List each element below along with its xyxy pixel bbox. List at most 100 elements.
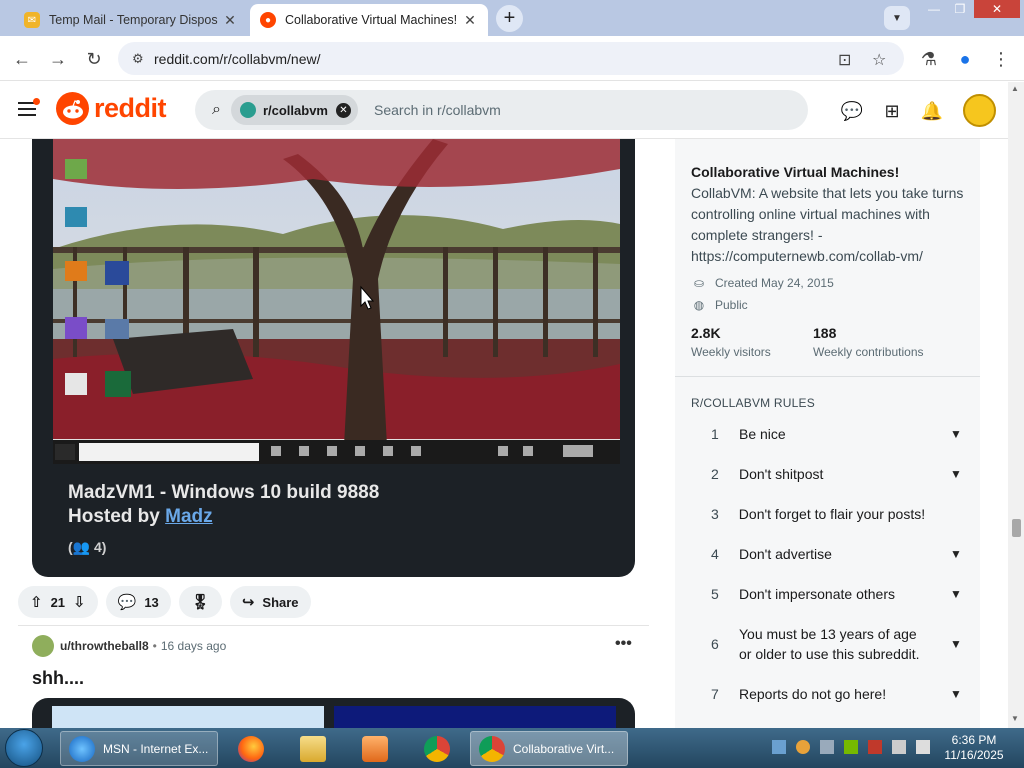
- taskbar-firefox[interactable]: [226, 731, 276, 766]
- scroll-up-icon[interactable]: ▲: [1011, 84, 1019, 93]
- new-tab-button[interactable]: +: [496, 5, 523, 32]
- rule-item[interactable]: 1 Be nice ▼: [691, 424, 965, 444]
- taskbar-ie[interactable]: MSN - Internet Ex...: [60, 731, 218, 766]
- vote-count: 21: [50, 594, 66, 610]
- vm-host-link[interactable]: Madz: [165, 506, 213, 527]
- minimize-button[interactable]: —: [922, 0, 946, 18]
- search-input[interactable]: Search in r/collabvm: [374, 102, 501, 118]
- create-post-icon[interactable]: ⊞: [880, 99, 904, 123]
- share-icon: ↪: [241, 594, 255, 611]
- taskbar-chrome[interactable]: [412, 731, 462, 766]
- reload-icon[interactable]: ↻: [80, 45, 108, 73]
- media-right-pane: [334, 706, 616, 728]
- folder-icon: [300, 735, 326, 762]
- post-age: 16 days ago: [160, 639, 227, 653]
- author-link[interactable]: u/throwtheball8: [60, 639, 149, 653]
- author-avatar[interactable]: [32, 635, 54, 657]
- browser-toolbar: ← → ↻ ⚙ reddit.com/r/collabvm/new/ ⊡ ☆ ⚗…: [0, 36, 1024, 81]
- notifications-bell-icon[interactable]: 🔔: [920, 99, 944, 123]
- chevron-down-icon[interactable]: ▼: [947, 637, 965, 651]
- forward-icon[interactable]: →: [44, 45, 72, 73]
- taskbar-media-player[interactable]: [350, 731, 400, 766]
- rule-item[interactable]: 2 Don't shitpost ▼: [691, 464, 965, 484]
- share-label: Share: [262, 594, 299, 610]
- taskbar-explorer[interactable]: [288, 731, 338, 766]
- taskbar-clock[interactable]: 6:36 PM 11/16/2025: [944, 733, 1004, 763]
- user-avatar[interactable]: [963, 94, 996, 127]
- comments-button[interactable]: 💬 13: [105, 586, 171, 618]
- more-options-icon[interactable]: •••: [615, 635, 632, 653]
- close-window-button[interactable]: ✕: [974, 0, 1020, 18]
- profile-icon[interactable]: ●: [951, 45, 979, 73]
- monitor-icon[interactable]: [892, 740, 906, 754]
- rule-item[interactable]: 6 You must be 13 years of age or older t…: [691, 624, 965, 664]
- rule-text: Reports do not go here!: [739, 686, 887, 702]
- tab-search-button[interactable]: ▼: [884, 6, 910, 30]
- rule-number: 1: [711, 426, 719, 442]
- maximize-button[interactable]: ❐: [948, 0, 972, 18]
- rules-heading: R/COLLABVM RULES: [691, 396, 815, 410]
- labs-icon[interactable]: ⚗: [915, 45, 943, 73]
- chevron-down-icon[interactable]: ▼: [947, 587, 965, 601]
- back-icon[interactable]: ←: [8, 45, 36, 73]
- tab-collabvm[interactable]: ● Collaborative Virtual Machines! ✕: [250, 4, 488, 36]
- chevron-down-icon[interactable]: ▼: [947, 427, 965, 441]
- subreddit-search-chip[interactable]: r/collabvm ✕: [230, 95, 358, 125]
- subreddit-icon: [239, 102, 256, 118]
- start-button[interactable]: [5, 729, 43, 767]
- menu-icon[interactable]: ⋮: [987, 45, 1015, 73]
- award-button[interactable]: 🎖: [178, 586, 222, 618]
- rule-item: 3 Don't forget to flair your posts!: [691, 504, 965, 524]
- visibility: ◍ Public: [691, 298, 748, 312]
- hamburger-menu-icon[interactable]: [18, 98, 40, 120]
- post-title[interactable]: shh....: [32, 668, 84, 689]
- chat-icon[interactable]: 💬: [840, 99, 864, 123]
- clear-chip-icon[interactable]: ✕: [336, 102, 351, 118]
- upvote-icon[interactable]: ⇧: [30, 593, 43, 611]
- close-tab-icon[interactable]: ✕: [462, 12, 478, 29]
- address-bar[interactable]: ⚙ reddit.com/r/collabvm/new/ ⊡ ☆: [118, 42, 904, 75]
- nvidia-icon[interactable]: [844, 740, 858, 754]
- rule-item[interactable]: 5 Don't impersonate others ▼: [691, 584, 965, 604]
- stat-value: 2.8K: [691, 325, 721, 341]
- tab-title: Temp Mail - Temporary Dispos: [49, 13, 218, 27]
- reddit-header: reddit ⌕ r/collabvm ✕ Search in r/collab…: [0, 82, 1008, 139]
- chrome-icon: [424, 735, 450, 762]
- created-date: ⛀ Created May 24, 2015: [691, 276, 834, 290]
- star-icon[interactable]: ☆: [872, 50, 886, 70]
- downvote-icon[interactable]: ⇩: [73, 593, 86, 611]
- taskbar-chrome-collabvm[interactable]: Collaborative Virt...: [470, 731, 628, 766]
- site-info-icon[interactable]: ⚙: [118, 51, 148, 67]
- scroll-down-icon[interactable]: ▼: [1011, 714, 1019, 723]
- scrollbar-thumb[interactable]: [1012, 519, 1021, 537]
- network-icon[interactable]: [772, 740, 786, 754]
- post-media[interactable]: [32, 698, 635, 728]
- security-icon[interactable]: [868, 740, 882, 754]
- tab-temp-mail[interactable]: ✉ Temp Mail - Temporary Dispos ✕: [14, 4, 248, 36]
- share-button[interactable]: ↪ Share: [229, 586, 311, 618]
- vm-desktop-screenshot: [53, 139, 620, 464]
- taskbar-label: Collaborative Virt...: [513, 741, 615, 756]
- comment-icon: 💬: [117, 594, 137, 611]
- reddit-logo[interactable]: reddit: [56, 92, 167, 125]
- volume-muted-icon[interactable]: [916, 740, 930, 754]
- page-scrollbar[interactable]: ▲ ▼: [1008, 82, 1024, 728]
- settings-icon[interactable]: [820, 740, 834, 754]
- reddit-wordmark: reddit: [94, 93, 167, 123]
- visibility-text: Public: [715, 298, 748, 312]
- meta-separator: •: [152, 639, 157, 653]
- rule-item[interactable]: 4 Don't advertise ▼: [691, 544, 965, 564]
- search-bar[interactable]: ⌕ r/collabvm ✕ Search in r/collabvm: [195, 90, 808, 130]
- chevron-down-icon[interactable]: ▼: [947, 687, 965, 701]
- mail-icon: ✉: [24, 12, 40, 28]
- taskbar-label: MSN - Internet Ex...: [103, 741, 209, 756]
- chevron-down-icon[interactable]: ▼: [947, 467, 965, 481]
- chevron-down-icon[interactable]: ▼: [947, 547, 965, 561]
- rule-number: 2: [711, 466, 719, 482]
- close-tab-icon[interactable]: ✕: [222, 12, 238, 29]
- install-icon[interactable]: ⊡: [838, 50, 851, 70]
- post-media[interactable]: MadzVM1 - Windows 10 build 9888 Hosted b…: [32, 139, 635, 577]
- rule-item[interactable]: 7 Reports do not go here! ▼: [691, 684, 965, 704]
- search-icon[interactable]: [796, 740, 810, 754]
- reddit-icon: ●: [260, 12, 276, 28]
